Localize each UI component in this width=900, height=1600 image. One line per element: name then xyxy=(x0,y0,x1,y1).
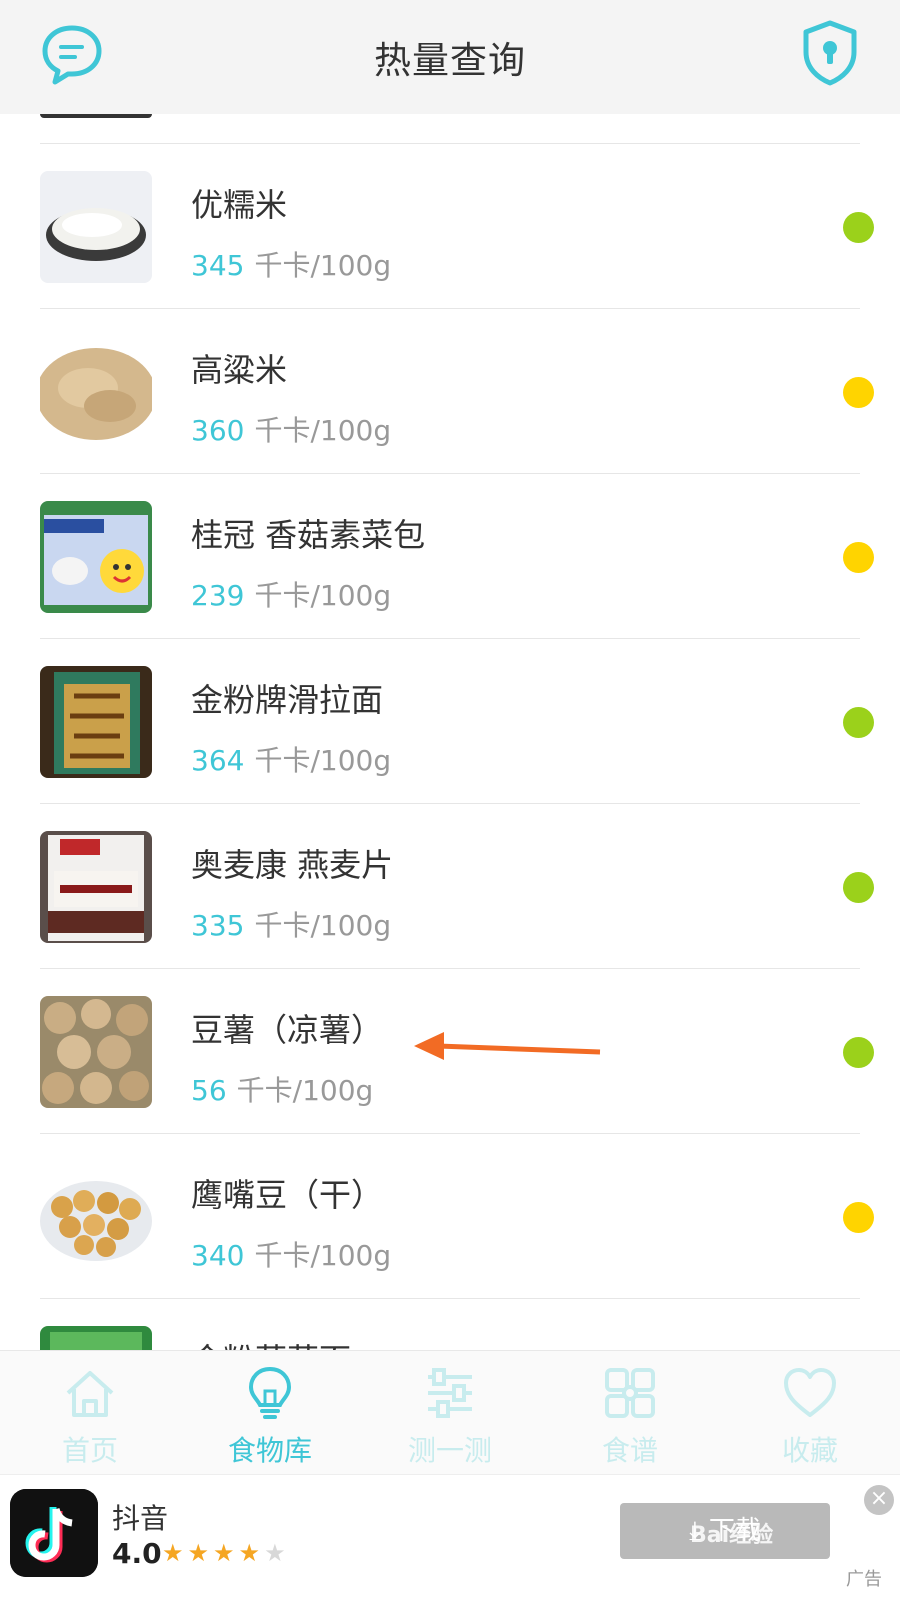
lightbulb-icon xyxy=(248,1366,292,1419)
calorie-value: 364 xyxy=(191,744,245,777)
tab-label: 食物库 xyxy=(227,1434,312,1467)
tab-food-library[interactable]: 食物库 xyxy=(180,1351,360,1475)
app-screen: 热量查询 优糯米 345 千卡/100g 高粱米 360 千卡/100g 桂冠 … xyxy=(0,0,900,1600)
food-calories: 239 千卡/100g xyxy=(191,574,391,614)
calorie-unit: 千卡/100g xyxy=(254,579,392,612)
star-icon: ★ xyxy=(162,1539,188,1567)
calorie-level-dot xyxy=(843,377,874,408)
ad-rating: 4.0 xyxy=(112,1537,162,1570)
calorie-value: 360 xyxy=(191,414,245,447)
tab-home[interactable]: 首页 xyxy=(0,1351,180,1475)
calorie-level-dot xyxy=(843,1202,874,1233)
food-calories: 364 千卡/100g xyxy=(191,739,391,779)
food-calories: 360 千卡/100g xyxy=(191,409,391,449)
home-icon xyxy=(66,1371,114,1417)
list-item[interactable]: 鹰嘴豆（干） 340 千卡/100g xyxy=(40,1134,874,1299)
tab-label: 首页 xyxy=(61,1434,118,1467)
tab-favorites[interactable]: 收藏 xyxy=(720,1351,900,1475)
calorie-level-dot xyxy=(843,1037,874,1068)
calorie-value: 56 xyxy=(191,1074,227,1107)
tab-test[interactable]: 测一测 xyxy=(360,1351,540,1475)
ad-banner[interactable]: 抖音 4.0 ★★★★★ ⤓ 下载 Bai经验 × 广告 xyxy=(0,1474,900,1600)
calorie-unit: 千卡/100g xyxy=(254,744,392,777)
list-item[interactable]: 桂冠 香菇素菜包 239 千卡/100g xyxy=(40,474,874,639)
calorie-level-dot xyxy=(843,212,874,243)
tab-label: 食谱 xyxy=(601,1434,658,1467)
star-icon: ★ xyxy=(187,1539,214,1567)
list-item[interactable]: 高粱米 360 千卡/100g xyxy=(40,309,874,474)
calorie-level-dot xyxy=(843,707,874,738)
food-thumbnail-spinach-noodle-package xyxy=(40,1326,152,1350)
star-rating: ★★★★★ xyxy=(162,1539,290,1567)
grid-icon xyxy=(605,1368,655,1418)
food-name: 桂冠 香菇素菜包 xyxy=(191,516,426,554)
food-thumbnail xyxy=(40,114,152,118)
list-item[interactable]: 奥麦康 燕麦片 335 千卡/100g xyxy=(40,804,874,969)
ad-app-name: 抖音 xyxy=(112,1502,169,1535)
food-name: 豆薯（凉薯） xyxy=(191,1011,384,1049)
calorie-unit: 千卡/100g xyxy=(254,1239,392,1272)
calorie-level-dot xyxy=(843,542,874,573)
tab-label: 测一测 xyxy=(407,1434,492,1467)
food-calories: 335 千卡/100g xyxy=(191,904,391,944)
food-name: 高粱米 xyxy=(191,351,288,389)
shield-icon[interactable] xyxy=(802,20,858,86)
food-name: 鹰嘴豆（干） xyxy=(191,1176,384,1214)
food-calories: 345 千卡/100g xyxy=(191,244,391,284)
top-bar: 热量查询 xyxy=(0,0,900,114)
tiktok-app-icon[interactable] xyxy=(10,1489,98,1577)
list-item-partial[interactable]: 金粉菠菜面 xyxy=(40,1299,860,1350)
food-thumbnail-noodle-package xyxy=(40,666,152,778)
calorie-unit: 千卡/100g xyxy=(236,1074,374,1107)
calorie-level-dot xyxy=(843,872,874,903)
food-name: 金粉菠菜面 xyxy=(191,1335,351,1350)
food-calories: 56 千卡/100g xyxy=(191,1069,373,1109)
baidu-watermark: Bai经验 xyxy=(690,1523,774,1548)
calorie-unit: 千卡/100g xyxy=(254,414,392,447)
food-name: 金粉牌滑拉面 xyxy=(191,681,384,719)
annotation-arrow-icon xyxy=(414,1032,601,1060)
star-icon: ★ xyxy=(238,1539,265,1567)
food-thumbnail-oatmeal-package xyxy=(40,831,152,943)
food-name: 奥麦康 燕麦片 xyxy=(191,846,394,884)
star-icon: ★ xyxy=(213,1539,239,1567)
food-list: 优糯米 345 千卡/100g 高粱米 360 千卡/100g 桂冠 香菇素菜包… xyxy=(0,114,900,1350)
food-name: 优糯米 xyxy=(191,186,288,224)
tab-label: 收藏 xyxy=(781,1434,838,1467)
food-thumbnail-sorghum xyxy=(40,336,152,448)
calorie-value: 335 xyxy=(191,909,245,942)
list-item-partial[interactable] xyxy=(40,114,860,144)
list-item[interactable]: 金粉牌滑拉面 364 千卡/100g xyxy=(40,639,874,804)
calorie-value: 239 xyxy=(191,579,245,612)
close-icon[interactable]: × xyxy=(864,1485,894,1515)
food-thumbnail-rice xyxy=(40,171,152,283)
calorie-value: 340 xyxy=(191,1239,245,1272)
tab-recipes[interactable]: 食谱 xyxy=(540,1351,720,1475)
food-thumbnail-jicama xyxy=(40,996,152,1108)
heart-icon xyxy=(784,1368,836,1417)
sliders-icon xyxy=(428,1368,472,1418)
list-item[interactable]: 优糯米 345 千卡/100g xyxy=(40,144,874,309)
bottom-tab-bar: 首页 食物库 测一测 食谱 收藏 xyxy=(0,1350,900,1474)
star-icon: ★ xyxy=(264,1539,290,1567)
calorie-unit: 千卡/100g xyxy=(254,909,392,942)
food-thumbnail-bun-package xyxy=(40,501,152,613)
ad-label: 广告 xyxy=(846,1569,882,1590)
food-calories: 340 千卡/100g xyxy=(191,1234,391,1274)
calorie-value: 345 xyxy=(191,249,245,282)
page-title: 热量查询 xyxy=(374,39,526,82)
food-thumbnail-chickpeas xyxy=(40,1161,152,1273)
calorie-unit: 千卡/100g xyxy=(254,249,392,282)
